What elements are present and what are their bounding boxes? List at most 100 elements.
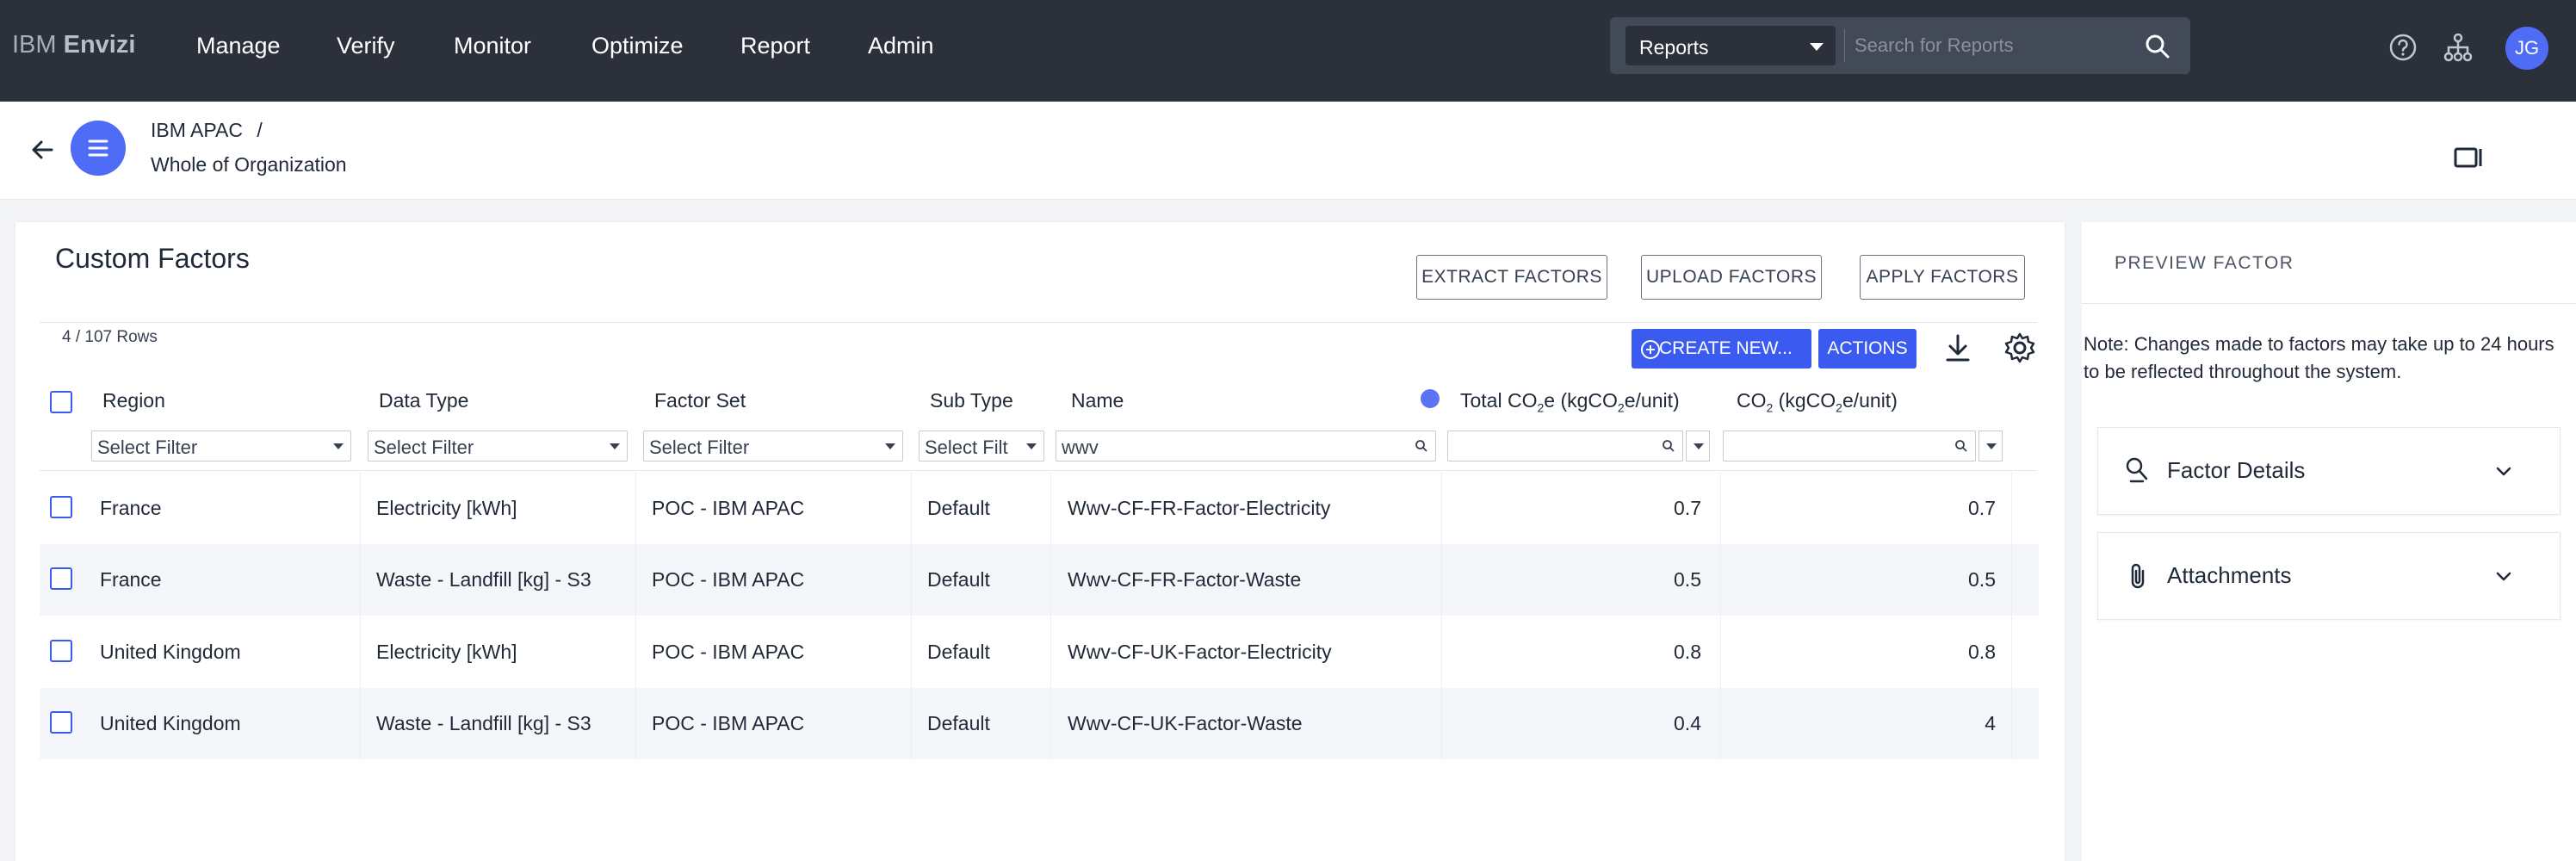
cell-name: Wwv-CF-FR-Factor-Waste (1068, 568, 1302, 591)
column-header-region[interactable]: Region (102, 389, 165, 412)
column-divider (1441, 688, 1442, 759)
actions-button[interactable]: ACTIONS (1818, 329, 1917, 369)
apply-factors-button[interactable]: APPLY FACTORS (1860, 255, 2025, 300)
column-divider (635, 616, 636, 688)
column-divider (1050, 473, 1051, 544)
cell-region: France (100, 568, 162, 591)
breadcrumb-scope[interactable]: Whole of Organization (151, 153, 347, 177)
sub-type-filter-select[interactable]: Select Filt (919, 430, 1044, 461)
presentation-mode-icon[interactable] (2454, 146, 2483, 169)
name-filter-input[interactable]: wwv (1056, 430, 1436, 461)
column-divider (1050, 688, 1051, 759)
factor-set-filter-value: Select Filter (649, 437, 750, 458)
total-co2e-filter-input[interactable] (1447, 430, 1683, 461)
total-co2e-operator-select[interactable] (1686, 430, 1710, 461)
hamburger-menu-icon[interactable] (71, 121, 126, 176)
column-divider (635, 688, 636, 759)
column-divider (1441, 473, 1442, 544)
nav-monitor[interactable]: Monitor (454, 33, 531, 59)
column-divider (635, 544, 636, 616)
search-icon[interactable] (2140, 29, 2175, 64)
cell-name: Wwv-CF-UK-Factor-Waste (1068, 712, 1303, 734)
nav-admin[interactable]: Admin (868, 33, 934, 59)
column-divider (1050, 544, 1051, 616)
chevron-down-icon (1986, 443, 1997, 449)
cell-sub-type: Default (927, 568, 990, 591)
chevron-down-icon (885, 443, 895, 449)
preview-divider (2082, 303, 2576, 304)
nav-manage[interactable]: Manage (196, 33, 281, 59)
data-type-filter-value: Select Filter (374, 437, 474, 458)
search-input[interactable] (1855, 29, 2130, 62)
cell-name: Wwv-CF-UK-Factor-Electricity (1068, 641, 1332, 663)
search-divider (1844, 29, 1845, 62)
paperclip-icon (2131, 563, 2145, 589)
column-divider (360, 616, 361, 688)
column-header-total-co2e[interactable]: Total CO2e (kgCO2e/unit) (1460, 389, 1680, 415)
table-row[interactable]: France Electricity [kWh] POC - IBM APAC … (40, 473, 2039, 544)
column-divider (360, 473, 361, 544)
upload-factors-button[interactable]: UPLOAD FACTORS (1641, 255, 1822, 300)
nav-report[interactable]: Report (740, 33, 810, 59)
help-icon[interactable] (2387, 31, 2419, 64)
table-row[interactable]: France Waste - Landfill [kg] - S3 POC - … (40, 544, 2039, 616)
attachments-label: Attachments (2167, 562, 2292, 588)
factor-details-accordion[interactable]: Factor Details (2097, 427, 2561, 515)
search-scope-select[interactable]: Reports (1625, 26, 1836, 65)
download-icon[interactable] (1937, 327, 1978, 369)
user-avatar[interactable]: JG (2505, 27, 2548, 70)
column-divider (911, 688, 912, 759)
settings-gear-icon[interactable] (1999, 327, 2040, 369)
table-row[interactable]: United Kingdom Electricity [kWh] POC - I… (40, 616, 2039, 688)
row-checkbox[interactable] (50, 567, 72, 590)
column-divider (1720, 616, 1721, 688)
column-header-data-type[interactable]: Data Type (379, 389, 468, 412)
search-icon (1663, 440, 1675, 452)
cell-co2: 0.5 (1968, 568, 1996, 591)
preview-note: Note: Changes made to factors may take u… (2084, 333, 2554, 382)
cell-sub-type: Default (927, 641, 990, 663)
cell-factor-set: POC - IBM APAC (652, 712, 805, 734)
extract-factors-button[interactable]: EXTRACT FACTORS (1416, 255, 1607, 300)
breadcrumb-org[interactable]: IBM APAC (151, 119, 243, 141)
cell-total-co2e: 0.7 (1674, 497, 1701, 519)
name-filter-value: wwv (1062, 437, 1099, 458)
column-divider (2011, 544, 2012, 616)
row-checkbox[interactable] (50, 640, 72, 662)
co2-operator-select[interactable] (1978, 430, 2003, 461)
table-row[interactable]: United Kingdom Waste - Landfill [kg] - S… (40, 688, 2039, 759)
back-arrow-icon[interactable] (26, 133, 60, 167)
chevron-down-icon (610, 443, 620, 449)
row-checkbox[interactable] (50, 711, 72, 734)
select-all-checkbox[interactable] (50, 391, 72, 413)
co2-filter-input[interactable] (1723, 430, 1976, 461)
cell-factor-set: POC - IBM APAC (652, 641, 805, 663)
region-filter-select[interactable]: Select Filter (91, 430, 351, 461)
top-navigation-bar: IBM Envizi Manage Verify Monitor Optimiz… (0, 0, 2576, 102)
create-new-label: CREATE NEW... (1659, 338, 1793, 358)
create-new-button[interactable]: CREATE NEW... (1632, 329, 1811, 369)
nav-optimize[interactable]: Optimize (591, 33, 684, 59)
brand-logo[interactable]: IBM Envizi (12, 31, 135, 59)
cell-total-co2e: 0.4 (1674, 712, 1701, 734)
column-divider (911, 616, 912, 688)
cell-data-type: Electricity [kWh] (376, 497, 517, 519)
factor-set-filter-select[interactable]: Select Filter (643, 430, 903, 461)
data-type-filter-select[interactable]: Select Filter (368, 430, 628, 461)
column-header-sub-type[interactable]: Sub Type (930, 389, 1013, 412)
column-header-factor-set[interactable]: Factor Set (654, 389, 746, 412)
hierarchy-icon[interactable] (2442, 31, 2474, 64)
breadcrumb: IBM APAC / (151, 119, 263, 142)
column-header-co2[interactable]: CO2 (kgCO2e/unit) (1737, 389, 1898, 415)
row-checkbox[interactable] (50, 496, 72, 518)
magnify-document-icon (2126, 457, 2148, 483)
cell-co2: 0.7 (1968, 497, 1996, 519)
cell-name: Wwv-CF-FR-Factor-Electricity (1068, 497, 1331, 519)
status-indicator-dot (1421, 389, 1440, 408)
chevron-down-icon (2496, 467, 2511, 476)
context-header: IBM APAC / Whole of Organization (0, 102, 2576, 200)
nav-verify[interactable]: Verify (337, 33, 395, 59)
column-divider (911, 473, 912, 544)
column-header-name[interactable]: Name (1071, 389, 1124, 412)
attachments-accordion[interactable]: Attachments (2097, 532, 2561, 620)
